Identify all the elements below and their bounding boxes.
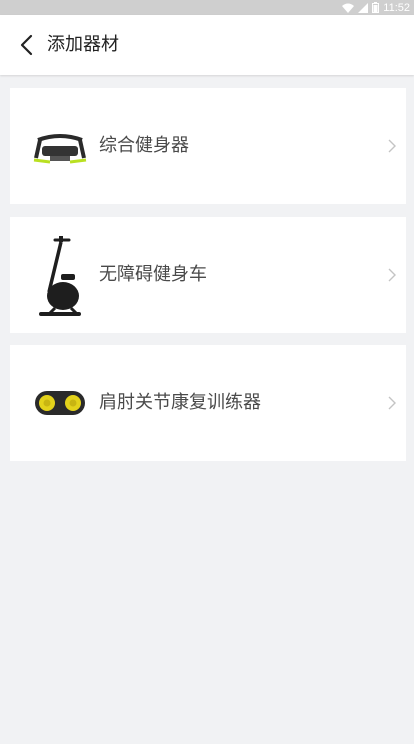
chevron-right-icon [388,396,396,410]
app-bar: 添加器材 [0,15,414,75]
status-time: 11:52 [383,1,410,14]
shoulder-trainer-image [20,353,100,453]
status-bar: 11:52 [0,0,414,15]
battery-icon [372,2,380,13]
back-arrow-icon [20,34,33,56]
exercise-bike-image [20,225,100,325]
equipment-label: 无障碍健身车 [99,264,207,285]
page-title: 添加器材 [47,34,119,55]
wifi-icon [342,3,355,13]
chevron-right-icon [388,139,396,153]
equipment-item-ab-trainer[interactable]: 综合健身器 [10,88,406,204]
equipment-label: 肩肘关节康复训练器 [99,392,261,413]
signal-icon [358,2,369,13]
back-button[interactable] [8,27,44,63]
status-icons: 11:52 [342,0,410,15]
equipment-label: 综合健身器 [99,135,189,156]
equipment-item-exercise-bike[interactable]: 无障碍健身车 [10,217,406,333]
ab-trainer-image [20,96,100,196]
chevron-right-icon [388,268,396,282]
equipment-item-shoulder-trainer[interactable]: 肩肘关节康复训练器 [10,345,406,461]
